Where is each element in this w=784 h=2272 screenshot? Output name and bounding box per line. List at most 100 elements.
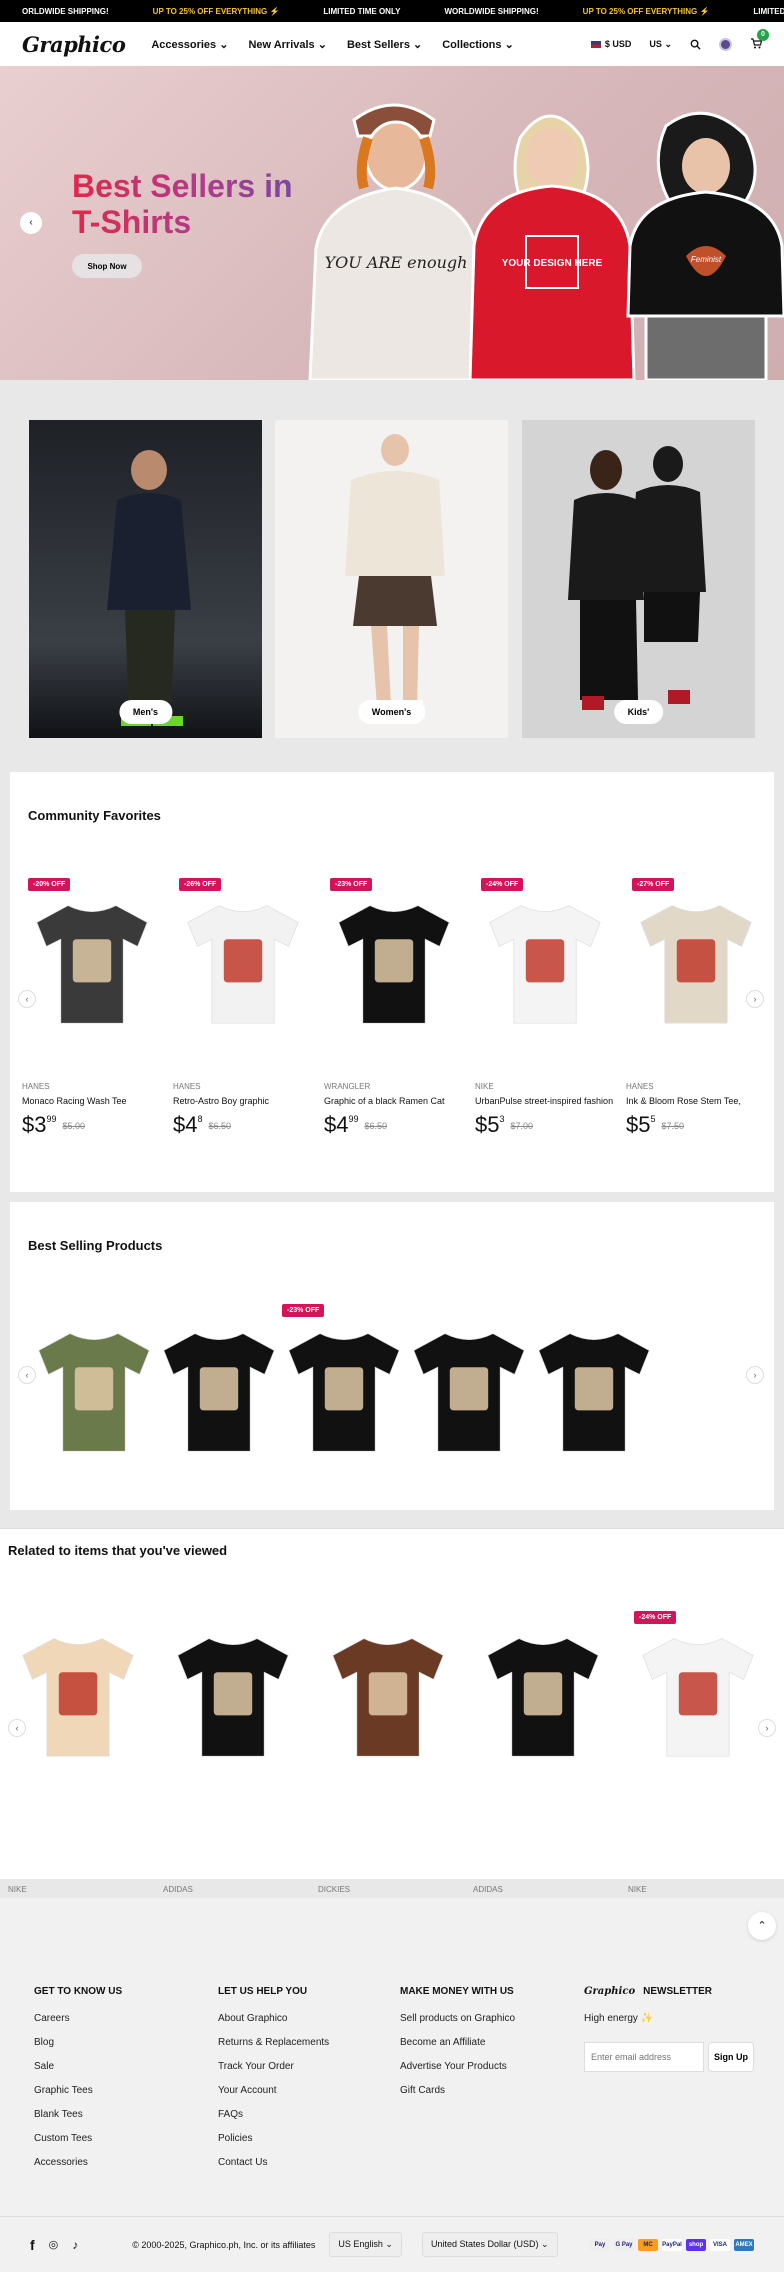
product-image-wrap[interactable] (324, 872, 464, 1052)
product-image (487, 1638, 599, 1757)
best-selling-section: Best Selling Products ‹ › -23% OFF (10, 1202, 774, 1510)
facebook-icon[interactable]: f (30, 2237, 35, 2253)
footer-currency-selector[interactable]: United States Dollar (USD) ⌄ (421, 2232, 558, 2257)
footer-link[interactable]: Careers (34, 2013, 122, 2024)
search-icon[interactable] (690, 39, 701, 50)
original-price: $7.50 (661, 1121, 685, 1131)
footer-link[interactable]: FAQs (218, 2109, 329, 2120)
product-name[interactable]: Graphic of a black Ramen Cat (324, 1096, 445, 1106)
product-name[interactable]: Ink & Bloom Rose Stem Tee, (626, 1096, 741, 1106)
nav-accessories[interactable]: Accessories ⌄ (151, 38, 228, 51)
category-kids-button[interactable]: Kids' (613, 700, 664, 724)
footer-link[interactable]: Your Account (218, 2085, 329, 2096)
product-card[interactable] (534, 1302, 654, 1482)
shop-now-button[interactable]: Shop Now (72, 254, 142, 278)
footer-link[interactable]: About Graphico (218, 2013, 329, 2024)
product-image-wrap[interactable] (8, 1605, 148, 1785)
product-name[interactable]: Retro-Astro Boy graphic (173, 1096, 269, 1106)
price-dollars: 5 (487, 1112, 500, 1137)
product-image-wrap[interactable] (173, 872, 313, 1052)
carousel-next-arrow[interactable]: › (746, 1366, 764, 1384)
footer-link[interactable]: Graphic Tees (34, 2085, 122, 2096)
product-card[interactable] (159, 1302, 279, 1482)
footer-link[interactable]: Become an Affiliate (400, 2037, 515, 2048)
nav-best-sellers[interactable]: Best Sellers ⌄ (347, 38, 422, 51)
footer-link[interactable]: Returns & Replacements (218, 2037, 329, 2048)
product-name[interactable]: UrbanPulse street-inspired fashion (475, 1096, 613, 1106)
language-selector[interactable]: US English ⌄ (329, 2232, 402, 2257)
price-cents: 8 (197, 1114, 203, 1124)
price-cents: 5 (650, 1114, 656, 1124)
category-women-button[interactable]: Women's (357, 700, 426, 724)
product-name[interactable]: Monaco Racing Wash Tee (22, 1096, 127, 1106)
sign-up-button[interactable]: Sign Up (708, 2042, 754, 2072)
footer-link[interactable]: Custom Tees (34, 2133, 122, 2144)
site-logo[interactable]: Graphico (22, 32, 126, 57)
product-price: $5 5 $7.50 (626, 1112, 685, 1137)
product-image-wrap[interactable] (318, 1605, 458, 1785)
shirt-print-text: YOUR DESIGN HERE (502, 258, 603, 269)
hero-model-image: YOU ARE enough (308, 103, 484, 380)
category-tile-kids[interactable]: Kids' (522, 420, 755, 738)
product-card[interactable] (409, 1302, 529, 1482)
product-price: $4 8 $6.50 (173, 1112, 232, 1137)
section-title: Related to items that you've viewed (8, 1543, 228, 1558)
product-image-wrap[interactable] (473, 1605, 613, 1785)
product-card[interactable] (34, 1302, 154, 1482)
product-price: $4 99 $6.50 (324, 1112, 388, 1137)
footer-link[interactable]: Sale (34, 2061, 122, 2072)
chevron-down-icon: ⌄ (413, 38, 423, 51)
region-selector[interactable]: US ⌄ (649, 39, 672, 50)
footer-link[interactable]: Policies (218, 2133, 329, 2144)
section-title: Best Selling Products (28, 1238, 163, 1253)
discount-badge: -27% OFF (632, 878, 675, 891)
category-tile-women[interactable]: Women's (275, 420, 508, 738)
original-price: $5.00 (62, 1121, 86, 1131)
product-brand: DICKIES (318, 1885, 351, 1894)
category-men-button[interactable]: Men's (118, 700, 173, 724)
product-image (413, 1333, 525, 1452)
payment-icon: VISA (710, 2238, 730, 2251)
currency-selector[interactable]: $ USD (590, 39, 631, 49)
tiktok-icon[interactable]: ♪ (72, 2238, 78, 2252)
nav-label: Accessories (151, 38, 217, 51)
instagram-icon[interactable]: ◎ (49, 2238, 59, 2251)
language-label: US English (338, 2239, 383, 2249)
footer-link[interactable]: Blog (34, 2037, 122, 2048)
region-label: US (649, 38, 662, 49)
nav-new-arrivals[interactable]: New Arrivals ⌄ (248, 38, 327, 51)
cart-button[interactable]: 0 (750, 29, 769, 51)
discount-badge: -24% OFF (481, 878, 524, 891)
newsletter-email-input[interactable] (584, 2042, 704, 2072)
nav-collections[interactable]: Collections ⌄ (442, 38, 514, 51)
product-card[interactable]: -23% OFF (282, 1302, 404, 1482)
footer-col-get-to-know: GET TO KNOW US Careers Blog Sale Graphic… (34, 1986, 122, 2181)
footer-link[interactable]: Sell products on Graphico (400, 2013, 515, 2024)
category-tile-men[interactable]: Men's (29, 420, 262, 738)
product-brand: NIKE (475, 1082, 494, 1091)
payment-icon: PayPal (662, 2238, 682, 2251)
product-brand: ADIDAS (473, 1885, 503, 1894)
product-image-wrap[interactable] (626, 872, 766, 1052)
price-dollars: 4 (336, 1112, 349, 1137)
back-to-top-button[interactable]: ⌃ (748, 1912, 776, 1940)
product-image-wrap[interactable] (163, 1605, 303, 1785)
footer-link[interactable]: Contact Us (218, 2157, 329, 2168)
ticker-item: UP TO 25% OFF EVERYTHING ⚡ (152, 6, 280, 16)
product-image-wrap[interactable] (628, 1605, 768, 1785)
product-image-wrap[interactable] (475, 872, 615, 1052)
account-avatar[interactable] (719, 37, 732, 51)
footer-link[interactable]: Blank Tees (34, 2109, 122, 2120)
footer-col-make-money: MAKE MONEY WITH US Sell products on Grap… (400, 1986, 515, 2109)
category-women-image (345, 434, 445, 714)
product-image (538, 1333, 650, 1452)
footer-link[interactable]: Advertise Your Products (400, 2061, 515, 2072)
product-image (288, 1333, 400, 1452)
product-brand: NIKE (628, 1885, 647, 1894)
footer-link[interactable]: Track Your Order (218, 2061, 329, 2072)
hero-model-image: Feminist (626, 111, 784, 380)
footer-link[interactable]: Accessories (34, 2157, 122, 2168)
product-image-wrap[interactable] (22, 872, 162, 1052)
footer-link[interactable]: Gift Cards (400, 2085, 515, 2096)
hero-prev-arrow[interactable]: ‹ (20, 212, 42, 234)
